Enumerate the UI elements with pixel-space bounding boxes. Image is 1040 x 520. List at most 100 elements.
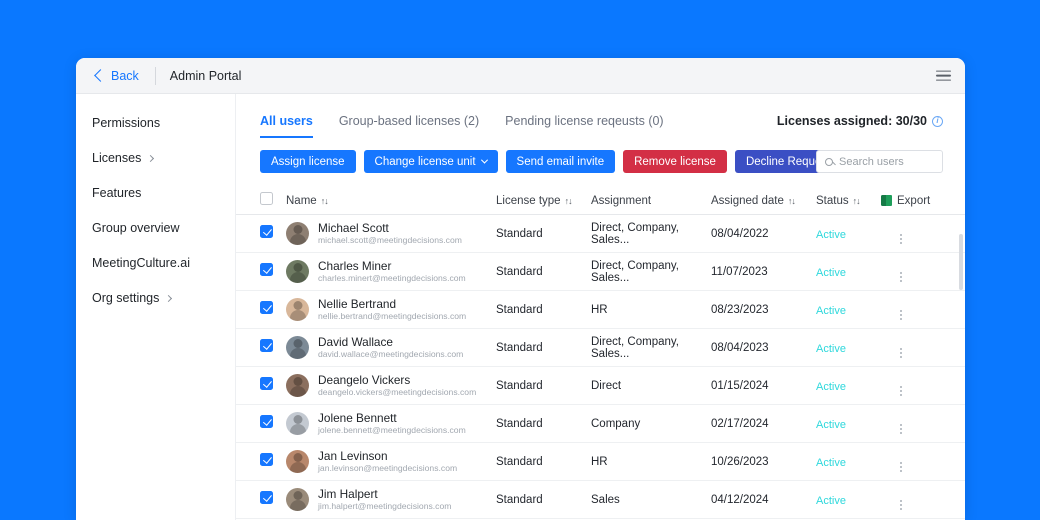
more-options-icon[interactable] — [900, 272, 902, 282]
row-menu-cell — [881, 451, 921, 472]
row-menu-cell — [881, 223, 921, 244]
tab-group-based-licenses[interactable]: Group-based licenses (2) — [339, 114, 479, 138]
user-email: jan.levinson@meetingdecisions.com — [318, 463, 457, 474]
table-row[interactable]: Jim Halpertjim.halpert@meetingdecisions.… — [236, 481, 965, 519]
status-badge: Active — [816, 343, 846, 355]
table-row[interactable]: David Wallacedavid.wallace@meetingdecisi… — [236, 329, 965, 367]
send-email-invite-button[interactable]: Send email invite — [506, 150, 616, 173]
more-options-icon[interactable] — [900, 386, 902, 396]
assigned-date: 08/23/2023 — [711, 304, 816, 316]
assignment: Company — [591, 418, 711, 430]
sidebar-item-label: Features — [92, 186, 141, 200]
screen: Back Admin Portal Permissions Licenses F… — [0, 0, 1040, 520]
row-select-cell — [260, 339, 286, 357]
table-row[interactable]: Michael Scottmichael.scott@meetingdecisi… — [236, 215, 965, 253]
export-label: Export — [897, 195, 930, 207]
titlebar-divider — [155, 67, 156, 85]
status-badge: Active — [816, 229, 846, 241]
search-input[interactable] — [839, 156, 934, 168]
search-box[interactable] — [816, 150, 943, 173]
table-row[interactable]: Jan Levinsonjan.levinson@meetingdecision… — [236, 443, 965, 481]
status-badge: Active — [816, 419, 846, 431]
select-all-cell — [260, 192, 286, 210]
licenses-assigned-status: Licenses assigned: 30/30 i — [777, 114, 943, 128]
more-options-icon[interactable] — [900, 234, 902, 244]
sidebar-item-label: Licenses — [92, 151, 141, 165]
select-all-checkbox[interactable] — [260, 192, 273, 205]
avatar — [286, 298, 309, 321]
column-header-assigned-date[interactable]: Assigned date ↑↓ — [711, 195, 816, 207]
user-name: Michael Scott — [318, 221, 462, 236]
main-content: All users Group-based licenses (2) Pendi… — [236, 94, 965, 520]
tab-pending-license-requests[interactable]: Pending license reqeusts (0) — [505, 114, 663, 138]
row-menu-cell — [881, 299, 921, 320]
row-checkbox[interactable] — [260, 225, 273, 238]
row-select-cell — [260, 301, 286, 319]
assign-license-button[interactable]: Assign license — [260, 150, 356, 173]
assigned-date: 11/07/2023 — [711, 266, 816, 278]
assignment: Sales — [591, 494, 711, 506]
column-header-name[interactable]: Name ↑↓ — [286, 195, 496, 207]
assignment: Direct, Company, Sales... — [591, 260, 711, 284]
status-badge: Active — [816, 381, 846, 393]
assignment: HR — [591, 456, 711, 468]
back-button[interactable]: Back — [90, 67, 143, 85]
avatar — [286, 336, 309, 359]
status-cell: Active — [816, 301, 881, 319]
sort-icon: ↑↓ — [321, 196, 328, 206]
status-cell: Active — [816, 339, 881, 357]
scrollbar-thumb[interactable] — [959, 234, 963, 290]
admin-portal-window: Back Admin Portal Permissions Licenses F… — [76, 58, 965, 520]
titlebar: Back Admin Portal — [76, 58, 965, 94]
hamburger-icon[interactable] — [936, 70, 951, 81]
row-checkbox[interactable] — [260, 377, 273, 390]
sidebar-item-features[interactable]: Features — [92, 186, 235, 200]
row-checkbox[interactable] — [260, 491, 273, 504]
row-checkbox[interactable] — [260, 415, 273, 428]
assignment: Direct, Company, Sales... — [591, 336, 711, 360]
column-header-status[interactable]: Status ↑↓ — [816, 195, 881, 207]
more-options-icon[interactable] — [900, 500, 902, 510]
info-circle-icon[interactable]: i — [932, 116, 943, 127]
more-options-icon[interactable] — [900, 462, 902, 472]
change-license-unit-button[interactable]: Change license unit — [364, 150, 498, 173]
column-header-assignment[interactable]: Assignment — [591, 195, 711, 207]
sidebar-item-permissions[interactable]: Permissions — [92, 116, 235, 130]
row-checkbox[interactable] — [260, 301, 273, 314]
export-button[interactable]: Export — [881, 195, 930, 207]
row-select-cell — [260, 377, 286, 395]
sidebar-item-licenses[interactable]: Licenses — [92, 151, 235, 165]
row-checkbox[interactable] — [260, 263, 273, 276]
more-options-icon[interactable] — [900, 424, 902, 434]
row-checkbox[interactable] — [260, 453, 273, 466]
sidebar-item-label: MeetingCulture.ai — [92, 256, 190, 270]
column-label: Name — [286, 195, 317, 207]
sidebar-item-org-settings[interactable]: Org settings — [92, 291, 235, 305]
column-header-license-type[interactable]: License type ↑↓ — [496, 195, 591, 207]
remove-license-button[interactable]: Remove license — [623, 150, 727, 173]
user-name: Nellie Bertrand — [318, 297, 466, 312]
more-options-icon[interactable] — [900, 348, 902, 358]
user-name: Jim Halpert — [318, 487, 451, 502]
license-type: Standard — [496, 456, 591, 468]
table-row[interactable]: Jolene Bennettjolene.bennett@meetingdeci… — [236, 405, 965, 443]
tab-all-users[interactable]: All users — [260, 114, 313, 138]
export-cell: Export — [881, 195, 921, 207]
sidebar-item-label: Org settings — [92, 291, 159, 305]
status-cell: Active — [816, 491, 881, 509]
table-row[interactable]: Charles Minercharles.minert@meetingdecis… — [236, 253, 965, 291]
table-row[interactable]: Deangelo Vickersdeangelo.vickers@meeting… — [236, 367, 965, 405]
status-cell: Active — [816, 263, 881, 281]
sidebar-item-meetingculture-ai[interactable]: MeetingCulture.ai — [92, 256, 235, 270]
row-checkbox[interactable] — [260, 339, 273, 352]
more-options-icon[interactable] — [900, 310, 902, 320]
license-type: Standard — [496, 228, 591, 240]
sidebar-item-group-overview[interactable]: Group overview — [92, 221, 235, 235]
table-row[interactable]: Nellie Bertrandnellie.bertrand@meetingde… — [236, 291, 965, 329]
license-type: Standard — [496, 342, 591, 354]
avatar — [286, 488, 309, 511]
row-select-cell — [260, 491, 286, 509]
tab-bar: All users Group-based licenses (2) Pendi… — [236, 94, 965, 138]
status-cell: Active — [816, 453, 881, 471]
row-select-cell — [260, 263, 286, 281]
